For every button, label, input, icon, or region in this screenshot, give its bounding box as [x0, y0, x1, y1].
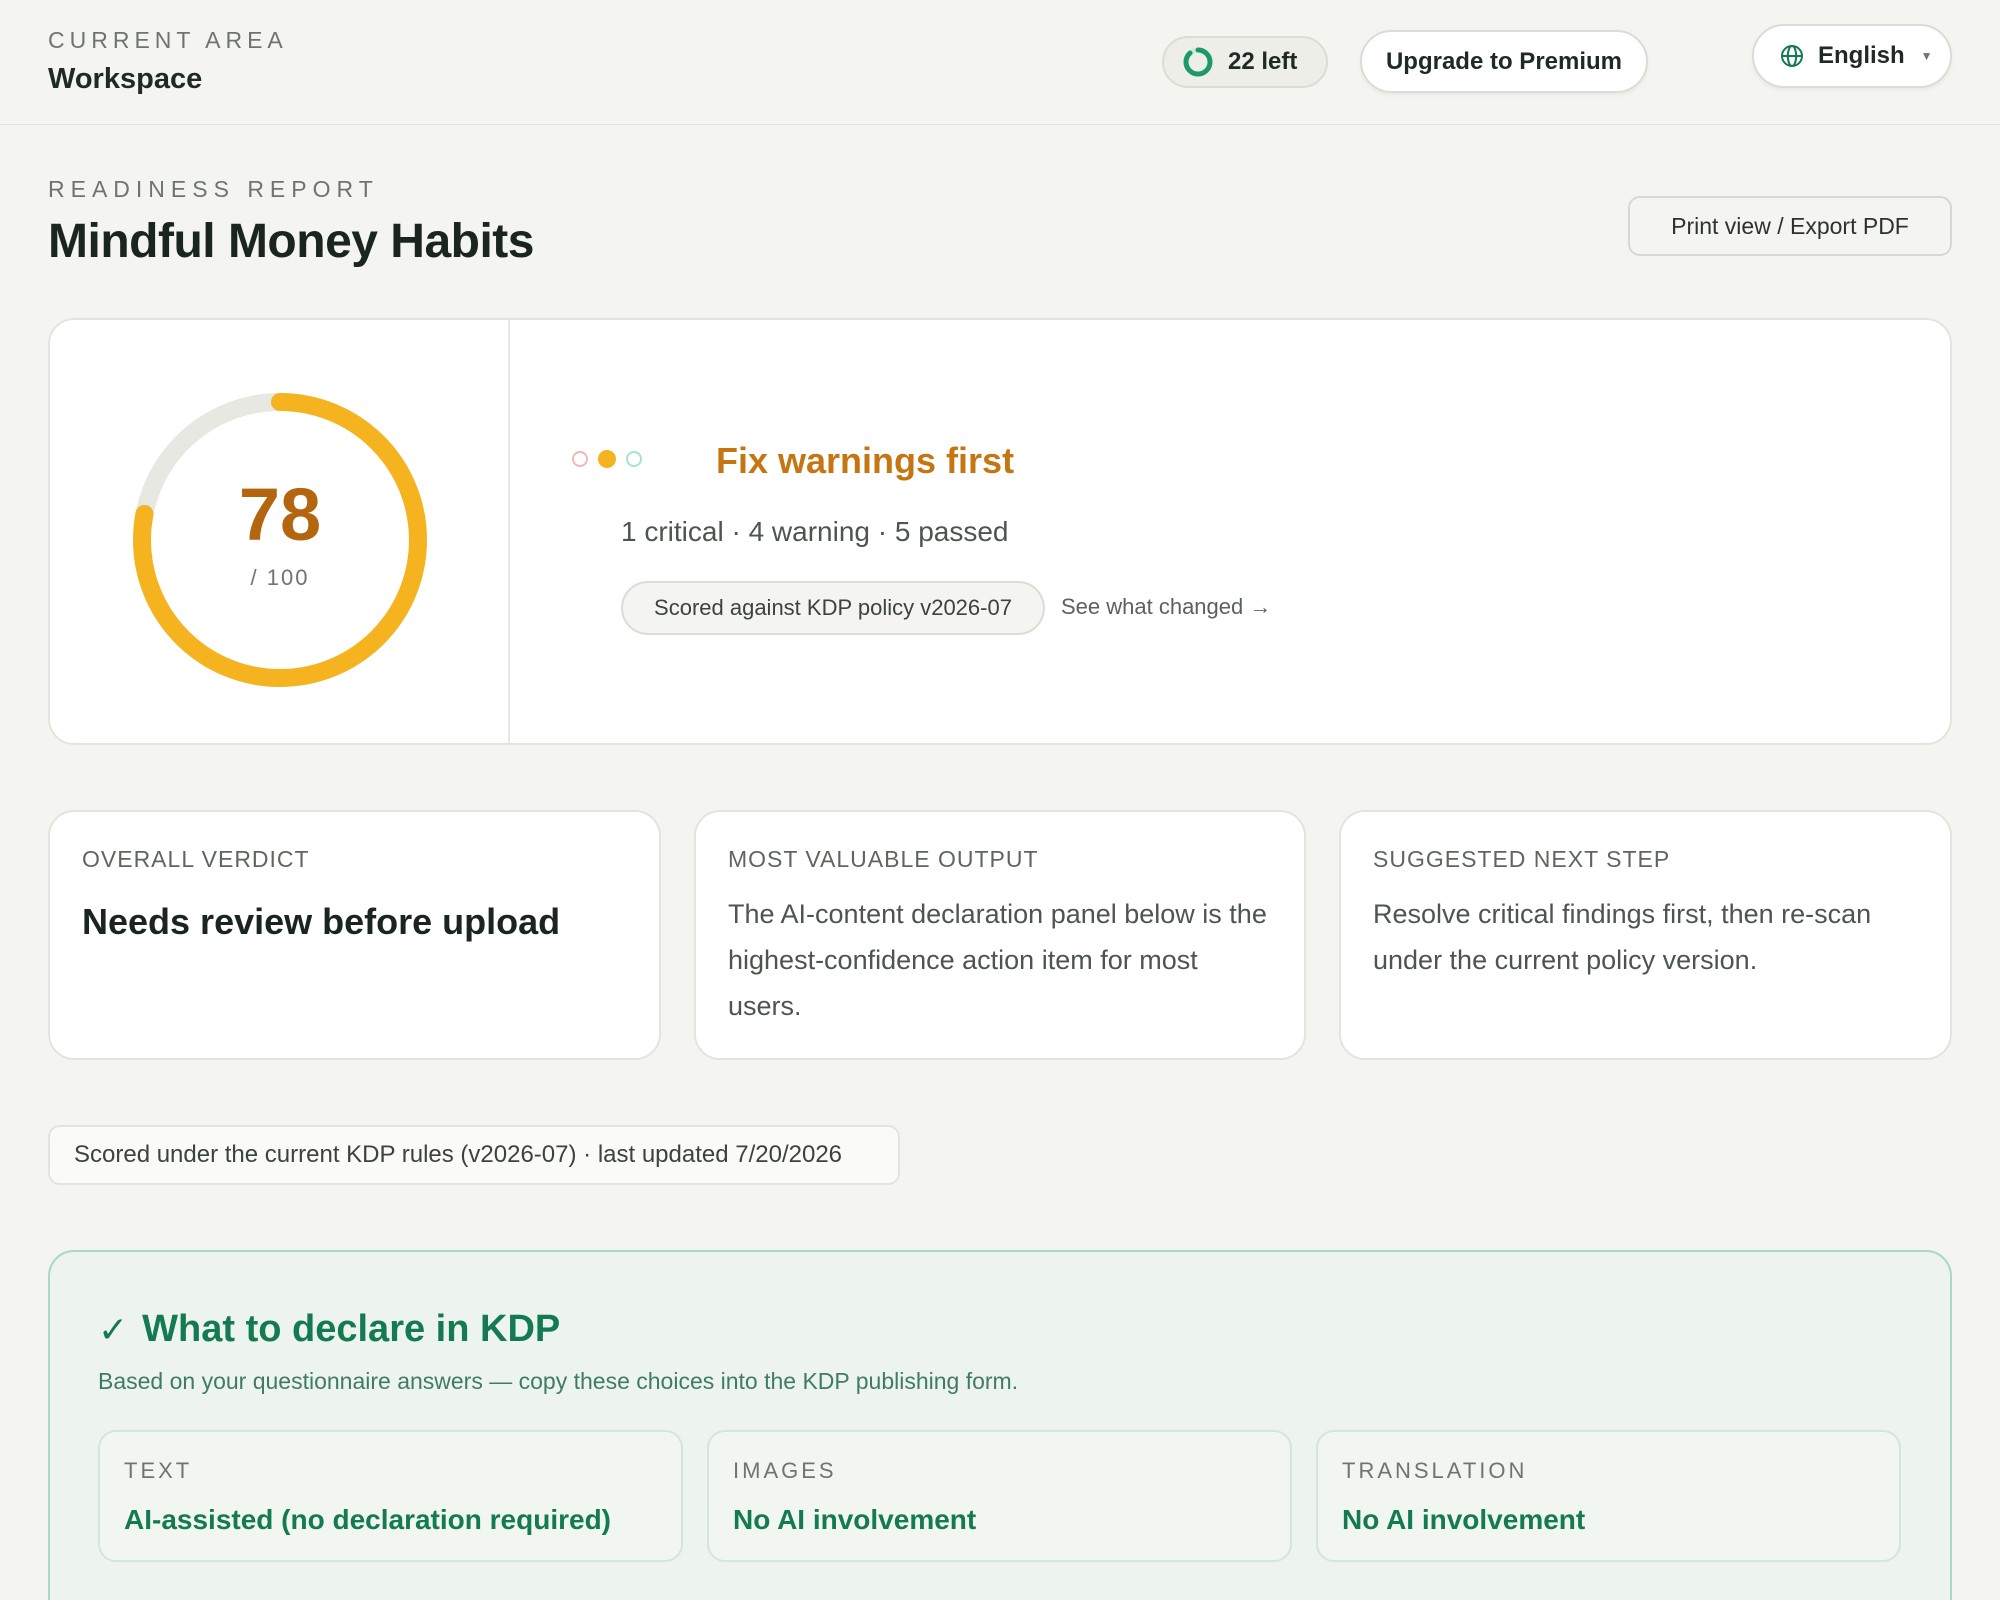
severity-dots: [572, 450, 652, 468]
declaration-title-text: What to declare in KDP: [142, 1308, 561, 1350]
passed-dot-icon: [626, 451, 642, 467]
declaration-item-text: TEXT AI-assisted (no declaration require…: [98, 1430, 683, 1562]
score-max: / 100: [250, 565, 310, 590]
declaration-item-label: TRANSLATION: [1342, 1458, 1528, 1483]
suggested-next-step-card: SUGGESTED NEXT STEP Resolve critical fin…: [1339, 810, 1952, 1060]
overall-verdict-label: OVERALL VERDICT: [82, 846, 310, 872]
declaration-item-translation: TRANSLATION No AI involvement: [1316, 1430, 1901, 1562]
readiness-score-card: 78 / 100 Fix warnings first 1 critical ·…: [48, 318, 1952, 745]
declaration-item-value: AI-assisted (no declaration required): [124, 1504, 611, 1535]
finding-counts: 1 critical · 4 warning · 5 passed: [621, 516, 1009, 547]
overall-verdict-card: OVERALL VERDICT Needs review before uplo…: [48, 810, 661, 1060]
page-title: Mindful Money Habits: [48, 215, 534, 268]
declaration-title: ✓ What to declare in KDP: [98, 1308, 560, 1351]
most-valuable-output-label: MOST VALUABLE OUTPUT: [728, 846, 1039, 872]
critical-dot-icon: [572, 451, 588, 467]
status-headline: Fix warnings first: [716, 440, 1015, 481]
upgrade-to-premium-button[interactable]: Upgrade to Premium: [1360, 30, 1648, 93]
credits-remaining-text: 22 left: [1228, 48, 1298, 75]
most-valuable-output-card: MOST VALUABLE OUTPUT The AI-content decl…: [694, 810, 1306, 1060]
most-valuable-output-body: The AI-content declaration panel below i…: [728, 899, 1267, 1021]
language-selector[interactable]: English ▼: [1752, 24, 1952, 88]
language-selector-value: English: [1818, 42, 1905, 69]
declaration-item-label: TEXT: [124, 1458, 193, 1483]
score-gauge-panel: 78 / 100: [50, 320, 510, 743]
suggested-next-step-body: Resolve critical findings first, then re…: [1373, 899, 1872, 975]
kdp-declaration-panel: ✓ What to declare in KDP Based on your q…: [48, 1250, 1952, 1600]
declaration-item-label: IMAGES: [733, 1458, 837, 1483]
credits-remaining-badge[interactable]: 22 left: [1162, 36, 1328, 88]
declaration-item-value: No AI involvement: [1342, 1504, 1586, 1535]
top-bar: CURRENT AREA Workspace 22 left Upgrade t…: [0, 0, 2000, 125]
report-eyebrow: READINESS REPORT: [48, 176, 379, 202]
chevron-down-icon: ▼: [1920, 49, 1933, 63]
score-value: 78: [238, 473, 322, 556]
current-area-value[interactable]: Workspace: [48, 63, 202, 96]
policy-version-badge: Scored against KDP policy v2026-07: [621, 581, 1045, 635]
see-what-changed-link[interactable]: See what changed →: [1061, 594, 1271, 620]
declaration-item-images: IMAGES No AI involvement: [707, 1430, 1292, 1562]
print-export-pdf-button[interactable]: Print view / Export PDF: [1628, 196, 1952, 256]
declaration-subtitle: Based on your questionnaire answers — co…: [98, 1368, 1019, 1394]
warning-dot-icon: [598, 450, 616, 468]
progress-ring-icon: [1183, 47, 1213, 77]
current-area-label: CURRENT AREA: [48, 27, 288, 53]
globe-icon: [1781, 45, 1803, 67]
check-icon: ✓: [98, 1308, 129, 1350]
scored-under-note: Scored under the current KDP rules (v202…: [48, 1125, 900, 1185]
overall-verdict-value: Needs review before upload: [82, 901, 561, 942]
suggested-next-step-label: SUGGESTED NEXT STEP: [1373, 846, 1671, 872]
declaration-item-value: No AI involvement: [733, 1504, 977, 1535]
